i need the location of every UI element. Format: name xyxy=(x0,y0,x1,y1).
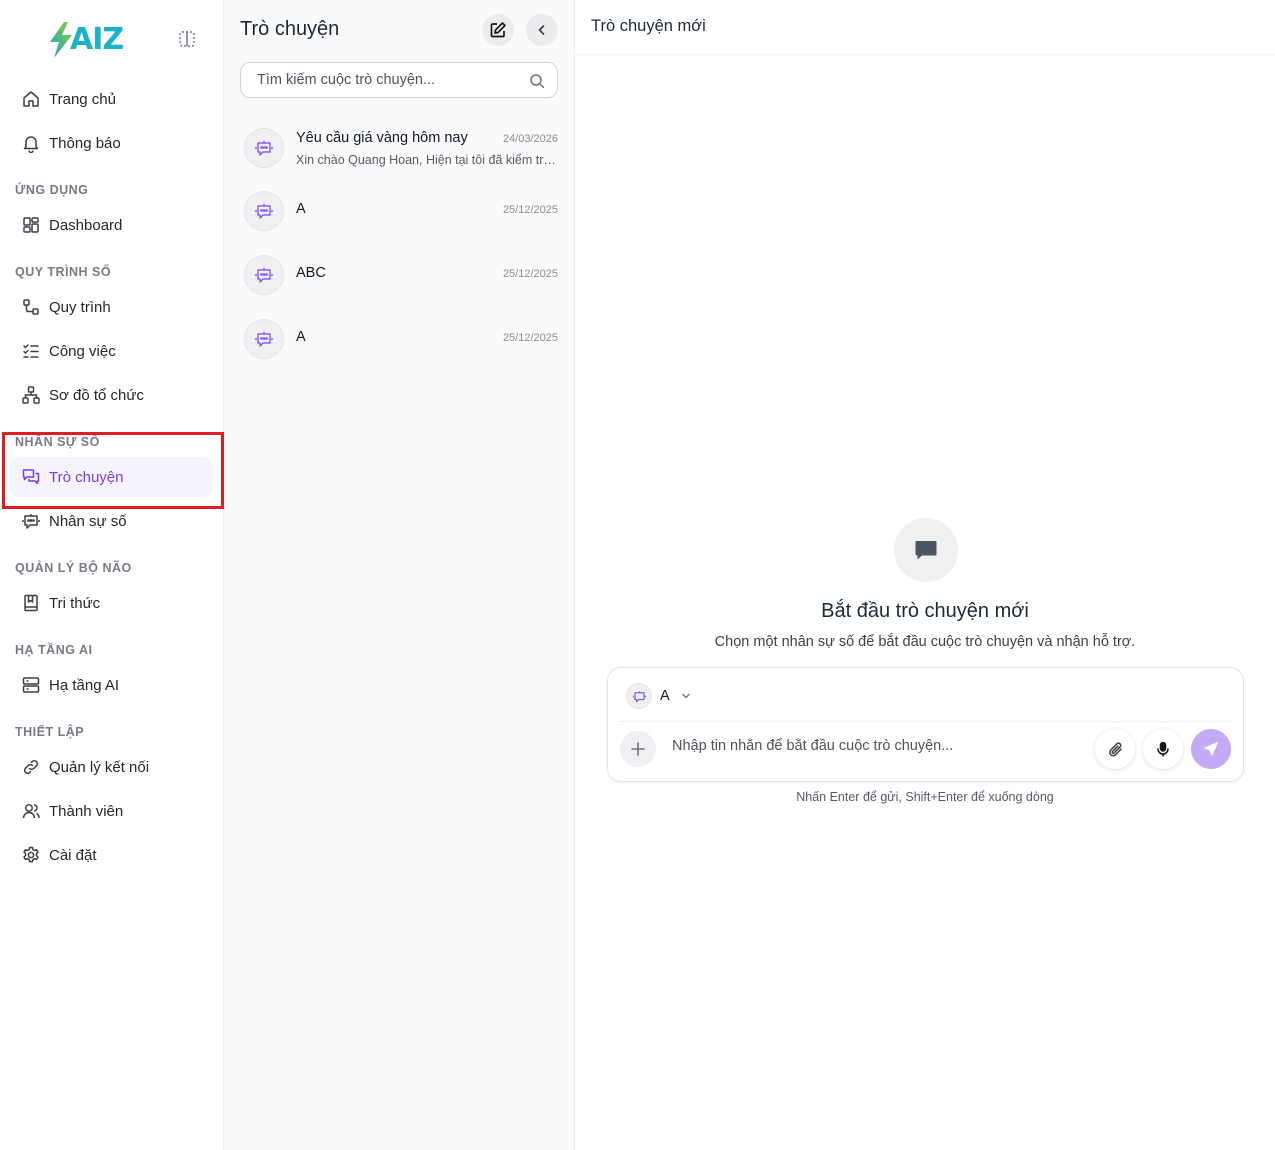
sidebar-item-members[interactable]: Thành viên xyxy=(9,791,213,831)
section-title-ai-infra: HẠ TẦNG AI xyxy=(15,643,93,657)
sidebar-item-tasks[interactable]: Công việc xyxy=(9,331,213,371)
sidebar-item-home[interactable]: Trang chủ xyxy=(9,79,213,119)
annotation-highlight-box xyxy=(2,432,224,509)
new-chat-button[interactable] xyxy=(482,14,514,46)
conversation-date: 25/12/2025 xyxy=(502,332,558,344)
settings-icon xyxy=(21,845,41,865)
org-chart-icon xyxy=(21,385,41,405)
bot-avatar xyxy=(244,191,284,231)
collapse-panel-button[interactable] xyxy=(526,14,558,46)
task-list-icon xyxy=(21,341,41,361)
sidebar-item-org-chart[interactable]: Sơ đồ tổ chức xyxy=(9,375,213,415)
sidebar-item-dashboard[interactable]: Dashboard xyxy=(9,205,213,245)
sidebar-item-label: Thành viên xyxy=(49,802,124,820)
conversation-preview: Xin chào Quang Hoan, Hiện tại tôi đã kiể… xyxy=(296,153,558,167)
section-title-settings: THIẾT LẬP xyxy=(15,725,85,739)
bot-icon xyxy=(255,332,273,347)
chat-header: Trò chuyện mới xyxy=(575,0,1275,55)
bot-avatar xyxy=(244,319,284,359)
sidebar-item-label: Thông báo xyxy=(49,134,121,152)
bell-icon xyxy=(21,133,41,153)
selected-agent-name: A xyxy=(660,688,670,704)
workflow-icon xyxy=(21,297,41,317)
microphone-icon xyxy=(1157,741,1169,757)
message-input[interactable] xyxy=(672,738,1072,754)
bot-icon xyxy=(255,204,273,219)
sidebar-item-ai-infrastructure[interactable]: Hạ tầng AI xyxy=(9,665,213,705)
edit-icon xyxy=(490,22,506,38)
section-title-brain-management: QUẢN LÝ BỘ NÃO xyxy=(15,561,132,575)
keyboard-hint: Nhấn Enter để gửi, Shift+Enter để xuống … xyxy=(796,790,1054,804)
search-box xyxy=(240,62,558,98)
chat-title: Trò chuyện mới xyxy=(591,17,706,35)
collapse-sidebar-icon[interactable] xyxy=(177,29,197,49)
sidebar-item-notifications[interactable]: Thông báo xyxy=(9,123,213,163)
sidebar-item-label: Quản lý kết nối xyxy=(49,758,150,776)
sidebar-item-label: Quy trình xyxy=(49,298,111,316)
sidebar-item-connections[interactable]: Quản lý kết nối xyxy=(9,747,213,787)
sidebar-item-label: Sơ đồ tổ chức xyxy=(49,386,144,404)
logo[interactable]: AIZ xyxy=(48,20,128,60)
logo-text: AIZ xyxy=(70,22,124,57)
conversation-item[interactable]: Yêu cầu giá vàng hôm nay 24/03/2026 Xin … xyxy=(238,119,560,175)
message-composer: A xyxy=(607,667,1244,782)
empty-state-icon xyxy=(894,518,958,582)
sidebar-item-label: Cài đặt xyxy=(49,846,97,864)
bot-avatar xyxy=(244,128,284,168)
link-icon xyxy=(21,757,41,777)
divider xyxy=(620,721,1231,722)
empty-state-title: Bắt đầu trò chuyện mới xyxy=(821,600,1029,622)
send-icon xyxy=(1203,741,1219,757)
attach-file-button[interactable] xyxy=(1095,729,1135,769)
conversation-name: Yêu cầu giá vàng hôm nay xyxy=(296,130,468,146)
sidebar-item-label: Nhân sự số xyxy=(49,512,127,530)
bot-avatar xyxy=(244,255,284,295)
sidebar-item-label: Trang chủ xyxy=(49,90,116,108)
dashboard-icon xyxy=(21,215,41,235)
chat-main: Trò chuyện mới Bắt đầu trò chuyện mới Ch… xyxy=(575,0,1275,1150)
conversation-name: A xyxy=(296,201,306,217)
conversation-item[interactable]: ABC 25/12/2025 xyxy=(238,246,560,302)
sidebar-item-label: Hạ tầng AI xyxy=(49,676,120,694)
sidebar-item-settings[interactable]: Cài đặt xyxy=(9,835,213,875)
sidebar-item-workflow[interactable]: Quy trình xyxy=(9,287,213,327)
sidebar-item-label: Dashboard xyxy=(49,216,123,234)
section-title-digital-process: QUY TRÌNH SỐ xyxy=(15,265,112,279)
send-button[interactable] xyxy=(1191,729,1231,769)
conversation-panel-title: Trò chuyện xyxy=(240,18,340,40)
sidebar: AIZ Trang chủ Thông báo ỨNG DỤNG Dashboa… xyxy=(0,0,224,1150)
search-input[interactable] xyxy=(257,72,517,88)
search-icon xyxy=(530,74,545,89)
plus-icon xyxy=(631,742,645,756)
server-icon xyxy=(21,675,41,695)
voice-input-button[interactable] xyxy=(1143,729,1183,769)
section-title-apps: ỨNG DỤNG xyxy=(15,183,89,197)
message-icon xyxy=(915,541,937,560)
bot-icon xyxy=(21,511,41,531)
sidebar-item-knowledge[interactable]: Tri thức xyxy=(9,583,213,623)
conversation-name: ABC xyxy=(296,265,326,281)
conversation-panel: Trò chuyện Yêu cầu giá vàng hôm nay 24/0… xyxy=(224,0,575,1150)
empty-state-subtitle: Chọn một nhân sự số để bắt đầu cuộc trò … xyxy=(714,634,1136,650)
conversation-name: A xyxy=(296,329,306,345)
bot-icon xyxy=(255,141,273,156)
conversation-date: 24/03/2026 xyxy=(502,133,558,145)
bot-icon xyxy=(632,690,646,702)
bot-avatar xyxy=(626,683,652,709)
bot-icon xyxy=(255,268,273,283)
paperclip-icon xyxy=(1108,742,1122,756)
book-icon xyxy=(21,593,41,613)
chevron-down-icon xyxy=(681,693,690,699)
add-attachment-button[interactable] xyxy=(620,731,656,767)
home-icon xyxy=(21,89,41,109)
sidebar-item-label: Tri thức xyxy=(49,594,101,612)
conversation-item[interactable]: A 25/12/2025 xyxy=(238,182,560,238)
conversation-date: 25/12/2025 xyxy=(502,268,558,280)
users-icon xyxy=(21,801,41,821)
agent-selector[interactable]: A xyxy=(626,683,692,709)
conversation-item[interactable]: A 25/12/2025 xyxy=(238,310,560,366)
sidebar-item-label: Công việc xyxy=(49,342,116,360)
conversation-date: 25/12/2025 xyxy=(502,204,558,216)
chevron-left-icon xyxy=(538,25,545,35)
